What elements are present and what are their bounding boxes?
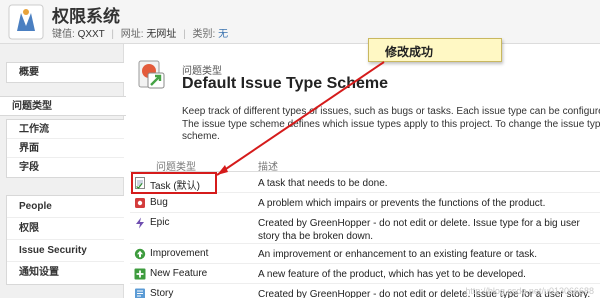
table-row: Bug A problem which impairs or prevents … (130, 194, 600, 213)
sidebar-item-notifications[interactable]: 通知设置 (7, 262, 124, 284)
page-description: Keep track of different types of issues,… (182, 106, 600, 144)
issue-type-name: Improvement (150, 248, 209, 259)
project-meta: 键值: QXXT | 网址: 无网址 | 类别: 无 (52, 29, 229, 40)
issue-type-name: Epic (150, 217, 170, 228)
issue-type-description: A task that needs to be done. (258, 178, 388, 189)
description-line: The issue type scheme defines which issu… (182, 118, 600, 130)
bug-icon (135, 198, 145, 208)
url-value: 无网址 (146, 29, 177, 40)
sidebar-item-people[interactable]: People (7, 196, 124, 218)
issue-type-name: Bug (150, 197, 168, 208)
improvement-icon (134, 248, 146, 260)
issue-type-description: Created by GreenHopper - do not edit or … (258, 218, 580, 242)
sidebar-item-issue-types[interactable]: 问题类型 (0, 96, 126, 116)
story-icon (135, 288, 145, 298)
category-label: 类别: (192, 29, 216, 40)
project-header: 权限系统 键值: QXXT | 网址: 无网址 | 类别: 无 (0, 0, 600, 44)
project-title: 权限系统 (52, 7, 120, 26)
category-value[interactable]: 无 (218, 29, 228, 40)
sidebar-config-group: 工作流 界面 字段 (6, 119, 124, 178)
sidebar-item-workflows[interactable]: 工作流 (7, 120, 124, 139)
issue-type-description: An improvement or enhancement to an exis… (258, 249, 538, 260)
sidebar-item-screens[interactable]: 界面 (7, 139, 124, 158)
epic-icon (136, 217, 144, 229)
watermark: http://blog.csdn.net/u013066688 (465, 286, 594, 296)
table-row: Epic Created by GreenHopper - do not edi… (130, 214, 600, 244)
issue-type-scheme-icon (138, 60, 165, 89)
url-label: 网址: (120, 29, 144, 40)
table-row: New Feature A new feature of the product… (130, 265, 600, 284)
sidebar-permissions-group: People 权限 Issue Security 通知设置 (6, 195, 124, 285)
issue-type-name: New Feature (150, 268, 208, 279)
sidebar-item-fields[interactable]: 字段 (7, 158, 124, 177)
page-title: Default Issue Type Scheme (182, 75, 388, 92)
sidebar-item-permissions[interactable]: 权限 (7, 218, 124, 240)
main-content: 问题类型 Default Issue Type Scheme Keep trac… (124, 44, 600, 298)
project-avatar-icon (8, 4, 44, 40)
success-callout: 修改成功 (368, 38, 502, 62)
issue-type-description: A problem which impairs or prevents the … (258, 198, 546, 209)
task-default-highlight-box (131, 172, 217, 194)
sidebar-item-summary[interactable]: 概要 (7, 63, 124, 82)
new-feature-icon (134, 268, 146, 280)
description-line: scheme. (182, 131, 220, 142)
sidebar-summary-group: 概要 (6, 62, 124, 83)
key-label: 键值: (52, 29, 75, 40)
issue-type-name: Story (150, 288, 174, 298)
issue-type-description: A new feature of the product, which has … (258, 269, 526, 280)
table-row: Improvement An improvement or enhancemen… (130, 245, 600, 264)
key-value: QXXT (77, 29, 105, 40)
description-line: Keep track of different types of issues,… (182, 106, 600, 117)
project-admin-sidebar: 概要 问题类型 工作流 界面 字段 People 权限 Issue Securi… (0, 44, 126, 298)
sidebar-item-issue-security[interactable]: Issue Security (7, 240, 124, 262)
